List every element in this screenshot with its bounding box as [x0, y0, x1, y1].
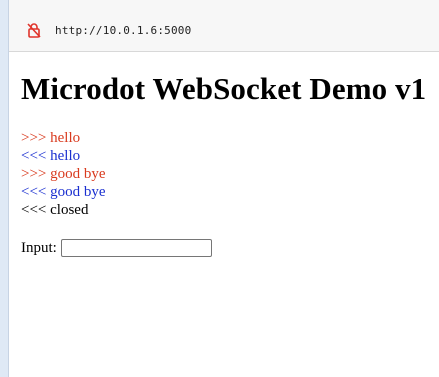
log-line: <<< closed: [21, 201, 431, 219]
log-prefix: >>>: [21, 130, 47, 146]
input-label: Input:: [21, 240, 57, 256]
log-line: <<< hello: [21, 147, 431, 165]
log-text: hello: [50, 148, 81, 164]
log-text: good bye: [50, 184, 106, 200]
message-log: >>> hello <<< hello >>> good bye <<< goo…: [21, 129, 431, 219]
page-title: Microdot WebSocket Demo v1: [21, 71, 427, 106]
log-text: hello: [50, 130, 81, 146]
message-input[interactable]: [60, 239, 212, 257]
insecure-lock-icon[interactable]: [27, 22, 41, 38]
browser-window: http://10.0.1.6:5000 Microdot WebSocket …: [8, 0, 439, 377]
log-prefix: <<<: [21, 202, 47, 218]
url-text[interactable]: http://10.0.1.6:5000: [55, 24, 191, 37]
log-line: >>> good bye: [21, 165, 431, 183]
log-text: closed: [50, 202, 89, 218]
address-bar[interactable]: http://10.0.1.6:5000: [9, 0, 439, 52]
log-prefix: <<<: [21, 148, 47, 164]
log-prefix: <<<: [21, 184, 47, 200]
page-content: Microdot WebSocket Demo v1 >>> hello <<<…: [21, 70, 431, 258]
log-line: >>> hello: [21, 129, 431, 147]
log-line: <<< good bye: [21, 183, 431, 201]
log-prefix: >>>: [21, 166, 47, 182]
log-text: good bye: [50, 166, 106, 182]
input-row: Input:: [21, 238, 431, 258]
